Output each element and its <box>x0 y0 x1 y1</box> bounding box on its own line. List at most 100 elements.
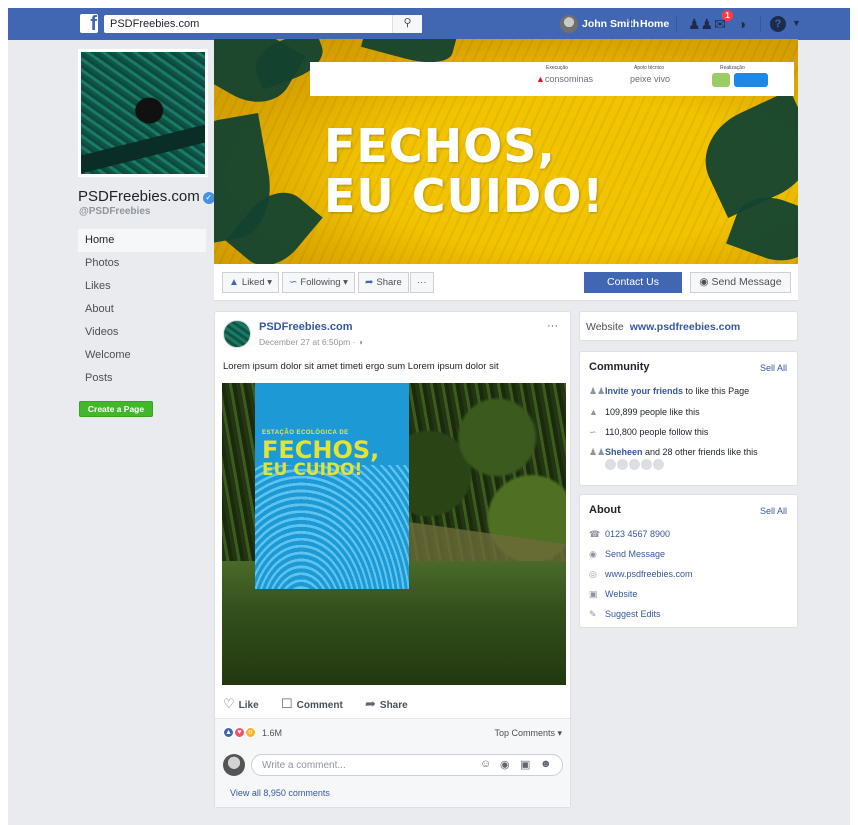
page-handle[interactable]: @PSDFreebies <box>79 206 150 217</box>
reactions-count[interactable]: 1.6M <box>262 728 282 738</box>
liked-label: Liked <box>241 277 265 288</box>
likes-text[interactable]: 109,899 people like this <box>605 407 700 417</box>
nav-item-posts[interactable]: Posts <box>78 367 206 390</box>
partner-logo <box>712 73 730 87</box>
avatar[interactable] <box>605 459 616 470</box>
avatar[interactable] <box>641 459 652 470</box>
profile-picture-stripe <box>81 124 205 174</box>
send-message-button[interactable]: ◉ Send Message <box>690 272 791 293</box>
friend-requests-icon[interactable]: ♟♟ <box>688 15 713 33</box>
nav-item-welcome[interactable]: Welcome <box>78 344 206 367</box>
pencil-icon: ✎ <box>589 609 597 619</box>
sponsor-label: Apoio técnico <box>634 65 665 71</box>
website-row: Website www.psdfreebies.com <box>586 321 740 333</box>
page-name[interactable]: PSDFreebies.com <box>78 188 200 205</box>
friend-name-link[interactable]: Sheheen <box>605 447 643 457</box>
gif-icon[interactable]: ▣ <box>520 758 530 771</box>
site-row: ◎ www.psdfreebies.com <box>589 569 693 580</box>
globe-notifications-icon[interactable]: ◑ <box>733 15 751 33</box>
sponsor-bar: Execução Apoio técnico Realização ▲conso… <box>310 62 794 96</box>
post-author-avatar[interactable] <box>223 320 251 348</box>
create-page-button[interactable]: Create a Page <box>79 401 153 417</box>
follows-text[interactable]: 110,800 people follow this <box>605 427 708 437</box>
community-see-all-link[interactable]: Sell All <box>760 363 787 373</box>
search-icon[interactable]: ⚲ <box>392 15 422 33</box>
like-reaction-icon[interactable]: ▲ <box>223 727 234 738</box>
poster: ESTAÇÃO ECOLÓGICA DE FECHOS, EU CUIDO! <box>255 383 409 589</box>
poster-title: FECHOS, <box>262 436 380 464</box>
post-photo[interactable]: ESTAÇÃO ECOLÓGICA DE FECHOS, EU CUIDO! <box>222 383 566 685</box>
thumbs-up-icon: ♡ <box>223 696 235 711</box>
share-arrow-icon: ➦ <box>365 277 374 288</box>
phone-number[interactable]: 0123 4567 8900 <box>605 529 670 539</box>
chevron-down-icon[interactable]: ▼ <box>792 18 801 28</box>
user-avatar[interactable] <box>560 15 578 33</box>
top-comments-dropdown[interactable]: Top Comments ▾ <box>494 728 562 739</box>
nav-item-likes[interactable]: Likes <box>78 275 206 298</box>
cover-photo[interactable]: Execução Apoio técnico Realização ▲conso… <box>214 39 798 264</box>
sticker-icon[interactable]: ☻ <box>540 758 552 770</box>
post-timestamp[interactable]: December 27 at 6:50pm · ◑ <box>259 337 363 347</box>
partner-logo <box>734 73 768 87</box>
rss-icon: ∽ <box>589 427 597 437</box>
wow-reaction-icon[interactable]: o <box>245 727 256 738</box>
community-card: Community Sell All ♟♟Invite your friends… <box>579 351 798 486</box>
comment-input[interactable] <box>262 758 462 772</box>
share-post-button[interactable]: ➦ Share <box>365 696 408 712</box>
facebook-logo-icon[interactable]: f <box>80 14 98 33</box>
commenter-avatar[interactable] <box>223 754 245 776</box>
comment-composer: ☺ ◉ ▣ ☻ View all 8,950 comments <box>215 746 570 807</box>
share-button[interactable]: ➦ Share <box>358 272 409 293</box>
about-see-all-link[interactable]: Sell All <box>760 506 787 516</box>
invite-friends-link[interactable]: Invite your friends <box>605 386 683 396</box>
share-label: Share <box>379 700 408 711</box>
nav-item-home[interactable]: Home <box>78 229 206 252</box>
send-message-link[interactable]: Send Message <box>605 549 665 559</box>
comment-box[interactable]: ☺ ◉ ▣ ☻ <box>251 754 563 776</box>
website-link[interactable]: Website <box>605 589 637 599</box>
divider <box>676 16 677 32</box>
camera-icon[interactable]: ◉ <box>500 758 510 771</box>
suggest-edits-link[interactable]: Suggest Edits <box>605 609 661 619</box>
avatar[interactable] <box>617 459 628 470</box>
page-profile-picture[interactable] <box>78 49 208 177</box>
lock-icon: ▣ <box>589 589 598 599</box>
website-link[interactable]: www.psdfreebies.com <box>630 321 740 333</box>
rss-icon: ∽ <box>289 277 298 288</box>
page-navigation: Home Photos Likes About Videos Welcome P… <box>78 229 206 390</box>
divider <box>760 16 761 32</box>
page-title[interactable]: PSDFreebies.com ✓ <box>78 188 215 205</box>
sponsor-label: Execução <box>546 65 568 71</box>
invite-friends-row: ♟♟Invite your friends to like this Page <box>589 386 749 397</box>
view-all-comments-link[interactable]: View all 8,950 comments <box>230 788 330 798</box>
more-options-button[interactable]: ··· <box>410 272 434 293</box>
avatar[interactable] <box>629 459 640 470</box>
phone-icon: ☎ <box>589 529 601 539</box>
friends-facepile[interactable] <box>605 459 665 473</box>
comment-button[interactable]: ☐ Comment <box>281 696 343 712</box>
post-time-text[interactable]: December 27 at 6:50pm <box>259 337 350 347</box>
liked-button[interactable]: ▲ Liked ▾ <box>222 272 280 293</box>
post-author-name[interactable]: PSDFreebies.com <box>259 321 353 333</box>
like-button[interactable]: ♡ Like <box>223 696 259 712</box>
contact-us-button[interactable]: Contact Us <box>584 272 682 293</box>
help-icon[interactable]: ? <box>770 16 786 32</box>
emoji-icon[interactable]: ☺ <box>480 758 491 770</box>
search-box[interactable]: PSDFreebies.com ⚲ <box>104 15 422 33</box>
avatar[interactable] <box>653 459 664 470</box>
website-row: ▣ Website <box>589 589 637 600</box>
nav-item-videos[interactable]: Videos <box>78 321 206 344</box>
nav-item-about[interactable]: About <box>78 298 206 321</box>
about-title: About <box>589 504 621 516</box>
post-options-icon[interactable]: ··· <box>547 320 558 332</box>
following-button[interactable]: ∽ Following ▾ <box>282 272 355 293</box>
search-input[interactable]: PSDFreebies.com <box>110 18 199 30</box>
home-link[interactable]: Home <box>640 18 669 30</box>
site-link[interactable]: www.psdfreebies.com <box>605 569 693 579</box>
poster-title-line2: EU CUIDO! <box>262 460 363 480</box>
nav-item-photos[interactable]: Photos <box>78 252 206 275</box>
comment-icon: ☐ <box>281 696 293 711</box>
love-reaction-icon[interactable]: ♥ <box>234 727 245 738</box>
comment-label: Comment <box>296 700 343 711</box>
about-card: About Sell All ☎ 0123 4567 8900 ◉ Send Mes… <box>579 494 798 628</box>
